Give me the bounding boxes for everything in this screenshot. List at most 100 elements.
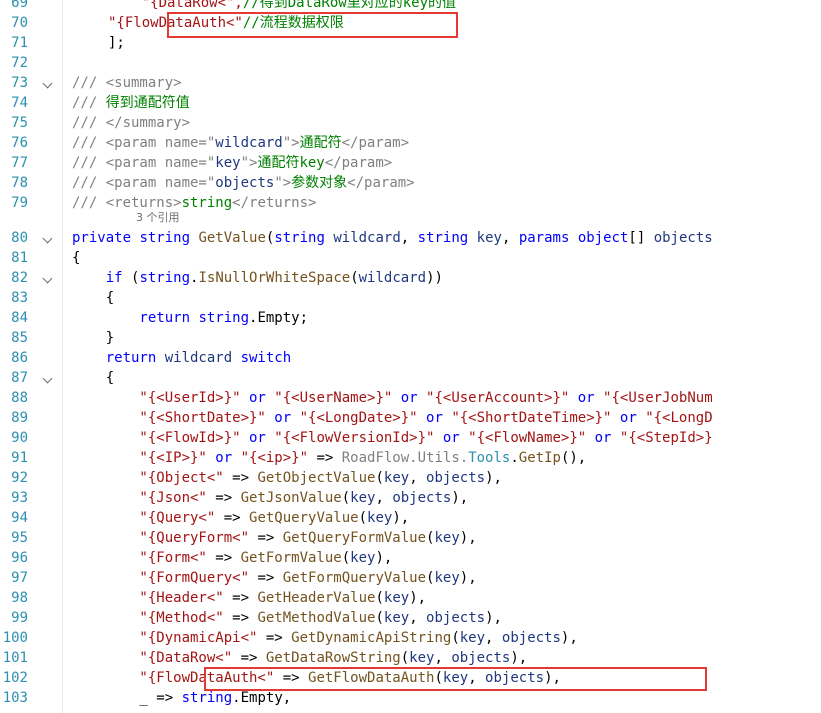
code-text: /// 得到通配符值: [72, 93, 190, 113]
code-token: ,: [468, 670, 486, 686]
code-token: </returns>: [232, 195, 317, 211]
code-token: []: [628, 230, 654, 246]
code-token: ,: [375, 490, 393, 506]
code-token: </summary>: [105, 115, 191, 131]
code-token: objects: [501, 630, 561, 646]
code-token: (: [375, 610, 384, 626]
code-token: ">: [282, 135, 300, 151]
code-text: "{QueryForm<" => GetQueryFormValue(key),: [72, 528, 476, 548]
code-line[interactable]: 81 {: [0, 248, 821, 268]
fold-chevron-icon[interactable]: [42, 273, 53, 284]
code-text: "{<FlowId>}" or "{<FlowVersionId>}" or "…: [72, 428, 713, 448]
code-line[interactable]: 91 "{<IP>}" or "{<ip>}" => RoadFlow.Util…: [0, 448, 821, 468]
code-token: ),: [510, 650, 528, 666]
code-text: "{FlowDataAuth<" => GetFlowDataAuth(key,…: [72, 668, 561, 688]
code-token: ,: [409, 610, 427, 626]
code-token: ];: [108, 35, 125, 51]
code-line[interactable]: 89 "{<ShortDate>}" or "{<LongDate>}" or …: [0, 408, 821, 428]
code-token: .: [409, 450, 418, 466]
code-line[interactable]: 72: [0, 53, 821, 73]
code-token: (: [400, 650, 410, 666]
code-line[interactable]: 70 "{FlowDataAuth<"//流程数据权限: [0, 13, 821, 33]
code-token: objects: [653, 230, 713, 246]
code-token: GetIp: [518, 450, 561, 466]
code-line[interactable]: 82 if (string.IsNullOrWhiteSpace(wildcar…: [0, 268, 821, 288]
code-line[interactable]: 99 "{Method<" => GetMethodValue(key, obj…: [0, 608, 821, 628]
code-line[interactable]: 87 {: [0, 368, 821, 388]
code-line[interactable]: 97 "{FormQuery<" => GetFormQueryValue(ke…: [0, 568, 821, 588]
code-token: key: [476, 230, 502, 246]
code-line[interactable]: 86 return wildcard switch: [0, 348, 821, 368]
code-line[interactable]: 83 {: [0, 288, 821, 308]
code-text: "{<UserId>}" or "{<UserName>}" or "{<Use…: [72, 388, 713, 408]
code-token: key: [383, 470, 410, 486]
code-token: or: [569, 390, 604, 406]
code-token: return: [72, 350, 165, 366]
code-line[interactable]: 71];: [0, 33, 821, 53]
code-line[interactable]: 80 private string GetValue(string wildcar…: [0, 228, 821, 248]
code-text: }: [72, 328, 114, 348]
code-line[interactable]: 93 "{Json<" => GetJsonValue(key, objects…: [0, 488, 821, 508]
code-token: ),: [544, 670, 561, 686]
code-token: <returns>: [105, 195, 182, 211]
codelens-references[interactable]: 3 个引用: [136, 211, 536, 225]
code-line[interactable]: 84 return string.Empty;: [0, 308, 821, 328]
code-line[interactable]: 92 "{Object<" => GetObjectValue(key, obj…: [0, 468, 821, 488]
code-line[interactable]: 77 /// <param name="key">通配符key</param>: [0, 153, 821, 173]
fold-chevron-icon[interactable]: [42, 373, 53, 384]
code-token: "{<UserJobNum: [603, 390, 713, 406]
code-line[interactable]: 101 "{DataRow<" => GetDataRowString(key,…: [0, 648, 821, 668]
code-token: ),: [451, 490, 469, 506]
code-line[interactable]: 75 /// </summary>: [0, 113, 821, 133]
code-line[interactable]: 103 _ => string.Empty,: [0, 688, 821, 708]
code-token: GetDataRowString: [265, 650, 401, 666]
code-token: "{<LongDate>}": [299, 410, 418, 426]
code-text: "{Query<" => GetQueryValue(key),: [72, 508, 409, 528]
code-token: =>: [223, 470, 258, 486]
code-line[interactable]: 100 "{DynamicApi<" => GetDynamicApiStrin…: [0, 628, 821, 648]
code-token: key: [409, 650, 435, 666]
code-token: "{FormQuery<": [72, 570, 250, 586]
code-token: 参数对象: [291, 175, 348, 191]
code-token: wildcard: [215, 135, 283, 151]
code-line[interactable]: 74 /// 得到通配符值: [0, 93, 821, 113]
code-line[interactable]: 95 "{QueryForm<" => GetQueryFormValue(ke…: [0, 528, 821, 548]
code-token: GetFlowDataAuth: [308, 670, 435, 686]
code-line[interactable]: 98 "{Header<" => GetHeaderValue(key),: [0, 588, 821, 608]
code-line[interactable]: 88 "{<UserId>}" or "{<UserName>}" or "{<…: [0, 388, 821, 408]
fold-chevron-icon[interactable]: [42, 78, 53, 89]
code-line[interactable]: 78 /// <param name="objects">参数对象</param>: [0, 173, 821, 193]
code-line[interactable]: 94 "{Query<" => GetQueryValue(key),: [0, 508, 821, 528]
code-token: }: [72, 330, 115, 346]
code-token: =>: [257, 630, 292, 646]
code-token: key: [459, 630, 486, 646]
code-token: "{<StepId>}: [619, 430, 713, 446]
code-token: "{<UserAccount>}": [426, 390, 570, 406]
code-line[interactable]: 76 /// <param name="wildcard">通配符</param>: [0, 133, 821, 153]
code-line[interactable]: 102 "{FlowDataAuth<" => GetFlowDataAuth(…: [0, 668, 821, 688]
code-token: .: [510, 450, 519, 466]
code-text: "{<ShortDate>}" or "{<LongDate>}" or "{<…: [72, 408, 712, 428]
code-line[interactable]: 90 "{<FlowId>}" or "{<FlowVersionId>}" o…: [0, 428, 821, 448]
code-line[interactable]: 85 }: [0, 328, 821, 348]
code-token: "{Header<": [72, 590, 224, 606]
line-number: 70: [11, 15, 28, 31]
code-token: 得到通配符值: [105, 95, 190, 111]
code-token: string: [181, 195, 233, 211]
line-number: 73: [11, 75, 28, 91]
code-line[interactable]: 79 /// <returns>string</returns>: [0, 193, 821, 213]
code-line[interactable]: 96 "{Form<" => GetFormValue(key),: [0, 548, 821, 568]
code-token: =>: [249, 570, 283, 586]
code-token: ">: [240, 155, 258, 171]
code-line[interactable]: 69 "{DataRow<",//得到DataRow里对应的key的值: [0, 0, 821, 13]
code-token: GetMethodValue: [257, 610, 376, 626]
code-token: ///: [72, 75, 106, 91]
line-number: 94: [11, 510, 28, 526]
code-token: ),: [459, 570, 477, 586]
line-number: 86: [11, 350, 28, 366]
code-token: ///: [72, 95, 106, 111]
fold-chevron-icon[interactable]: [42, 233, 53, 244]
code-token: key: [215, 155, 241, 171]
code-line[interactable]: 73 /// <summary>: [0, 73, 821, 93]
code-text: "{Method<" => GetMethodValue(key, object…: [72, 608, 502, 628]
